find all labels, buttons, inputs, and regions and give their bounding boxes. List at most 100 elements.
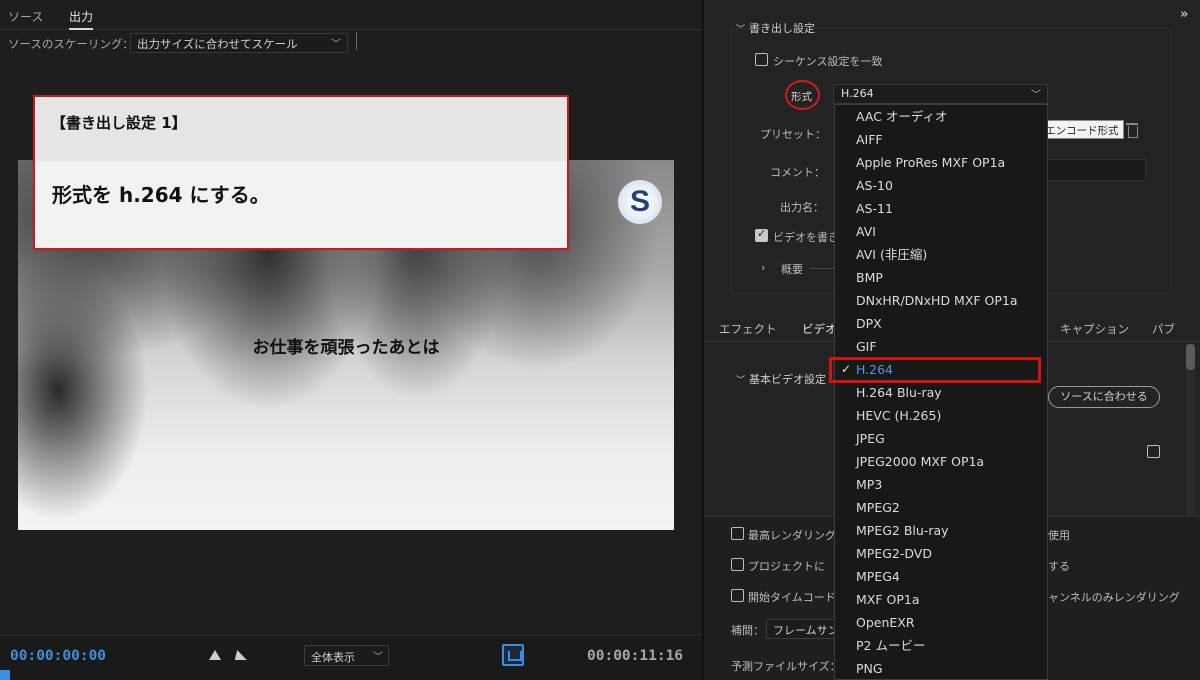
start-timecode-label: 開始タイムコード	[748, 591, 836, 604]
basic-video-settings-label[interactable]: 基本ビデオ設定	[736, 371, 826, 387]
current-timecode[interactable]: 00:00:00:00	[10, 648, 106, 664]
format-option[interactable]: AAC オーディオ	[835, 105, 1047, 128]
export-settings-title[interactable]: 書き出し設定	[736, 20, 815, 36]
format-option-label: MPEG2	[856, 500, 900, 515]
project-checkbox[interactable]	[731, 558, 744, 571]
format-option[interactable]: MXF OP1a	[835, 588, 1047, 611]
interpolation-select[interactable]: フレームサン	[766, 619, 836, 639]
format-option-label: AIFF	[856, 132, 883, 147]
format-select-value: H.264	[841, 87, 874, 100]
format-option[interactable]: AIFF	[835, 128, 1047, 151]
export-video-checkbox[interactable]	[755, 227, 768, 242]
format-option[interactable]: MPEG2-DVD	[835, 542, 1047, 565]
h264-highlight-box	[829, 357, 1041, 383]
format-option[interactable]: OpenEXR	[835, 611, 1047, 634]
format-select[interactable]: H.264 ﹀	[833, 84, 1048, 104]
scaling-select[interactable]: 出力サイズに合わせてスケール ﹀	[130, 33, 348, 53]
scaling-row: ソースのスケーリング： 出力サイズに合わせてスケール ﹀	[0, 32, 702, 54]
tab-captions[interactable]: キャプション	[1060, 321, 1129, 337]
format-option[interactable]: BMP	[835, 266, 1047, 289]
format-option[interactable]: MPEG4	[835, 565, 1047, 588]
format-option-label: MPEG4	[856, 569, 900, 584]
chevron-down-icon: ﹀	[373, 652, 383, 663]
tab-output[interactable]: 出力	[69, 8, 94, 30]
chevron-down-icon: ﹀	[1031, 90, 1041, 101]
format-option-label: MXF OP1a	[856, 592, 920, 607]
format-option-label: PNG	[856, 661, 883, 676]
summary-divider	[810, 268, 834, 269]
annotation-text: 形式を h.264 にする。	[52, 183, 270, 207]
format-option[interactable]: MPEG2	[835, 496, 1047, 519]
format-option[interactable]: AS-10	[835, 174, 1047, 197]
zoom-select-value: 全体表示	[311, 651, 355, 664]
project-label: プロジェクトに	[748, 560, 825, 573]
format-option-label: AS-10	[856, 178, 893, 193]
match-source-button[interactable]: ソースに合わせる	[1048, 386, 1160, 408]
format-option-label: GIF	[856, 339, 877, 354]
format-option[interactable]: AVI (非圧縮)	[835, 243, 1047, 266]
video-option-checkbox[interactable]	[1147, 445, 1160, 458]
preset-label: プリセット：	[760, 128, 826, 141]
start-timecode-checkbox[interactable]	[731, 589, 744, 602]
format-option[interactable]: JPEG	[835, 427, 1047, 450]
format-option[interactable]: AVI	[835, 220, 1047, 243]
tab-effects[interactable]: エフェクト	[719, 321, 777, 337]
preview-caption: お仕事を頑張ったあとは	[252, 338, 440, 358]
format-option-label: JPEG2000 MXF OP1a	[856, 454, 985, 469]
annotation-title: 【書き出し設定 1】	[51, 114, 187, 132]
source-output-tabs: ソース 出力	[0, 0, 702, 30]
format-option[interactable]: MPEG2 Blu-ray	[835, 519, 1047, 542]
format-option[interactable]: JPEG2000 MXF OP1a	[835, 450, 1047, 473]
alpha-only-label: ャンネルのみレンダリング	[1048, 591, 1180, 604]
export-frame-icon[interactable]	[502, 644, 524, 666]
format-option[interactable]: DNxHR/DNxHD MXF OP1a	[835, 289, 1047, 312]
format-option-label: AVI	[856, 224, 876, 239]
chevron-right-icon[interactable]: ›	[761, 261, 765, 274]
mark-out-icon[interactable]	[231, 650, 247, 660]
mark-in-icon[interactable]	[209, 650, 221, 660]
toolbar-divider	[356, 32, 357, 50]
trash-icon[interactable]	[1126, 123, 1138, 138]
format-option-label: H.264 Blu-ray	[856, 385, 942, 400]
max-render-label-tail: 使用	[1048, 529, 1070, 542]
format-option-label: OpenEXR	[856, 615, 915, 630]
match-sequence-label: シーケンス設定を一致	[773, 55, 883, 68]
encode-format-tooltip: エンコード形式	[1040, 120, 1124, 139]
tab-publish[interactable]: パブ	[1152, 321, 1175, 337]
estimated-file-size-label: 予測ファイルサイズ：	[731, 660, 841, 673]
format-option[interactable]: PNG	[835, 657, 1047, 679]
zoom-select[interactable]: 全体表示 ﹀	[304, 645, 389, 666]
comment-label: コメント：	[770, 166, 825, 179]
timeline-bar: 00:00:00:00 全体表示 ﹀ 00:00:11:16	[0, 634, 702, 680]
summary-label[interactable]: 概要	[781, 261, 803, 277]
format-option-label: Apple ProRes MXF OP1a	[856, 155, 1006, 170]
format-option[interactable]: MP3	[835, 473, 1047, 496]
format-option[interactable]: H.264 Blu-ray	[835, 381, 1047, 404]
format-option[interactable]: Apple ProRes MXF OP1a	[835, 151, 1047, 174]
tab-video[interactable]: ビデオ	[802, 321, 837, 337]
format-option-label: MP3	[856, 477, 883, 492]
match-sequence-checkbox[interactable]	[755, 53, 768, 66]
settings-scrollbar-thumb[interactable]	[1186, 344, 1195, 370]
comment-field[interactable]	[1047, 159, 1146, 181]
format-option[interactable]: AS-11	[835, 197, 1047, 220]
tab-source[interactable]: ソース	[8, 8, 43, 25]
project-label-tail: する	[1048, 560, 1070, 573]
format-option[interactable]: HEVC (H.265)	[835, 404, 1047, 427]
max-render-checkbox[interactable]	[731, 527, 744, 540]
channel-logo-letter: S	[629, 185, 650, 218]
format-option-label: HEVC (H.265)	[856, 408, 942, 423]
output-name-label: 出力名：	[780, 201, 824, 214]
format-option-label: DNxHR/DNxHD MXF OP1a	[856, 293, 1018, 308]
playhead-icon[interactable]	[0, 670, 10, 680]
format-label: 形式	[791, 91, 812, 103]
format-option[interactable]: DPX	[835, 312, 1047, 335]
format-option[interactable]: P2 ムービー	[835, 634, 1047, 657]
format-option[interactable]: GIF	[835, 335, 1047, 358]
chevron-down-icon: ﹀	[331, 39, 341, 50]
format-option-label: MPEG2 Blu-ray	[856, 523, 949, 538]
format-option-label: AVI (非圧縮)	[856, 247, 928, 262]
format-option-label: DPX	[856, 316, 882, 331]
more-tabs-icon[interactable]: »	[1180, 7, 1188, 22]
format-option-label: P2 ムービー	[856, 638, 926, 653]
